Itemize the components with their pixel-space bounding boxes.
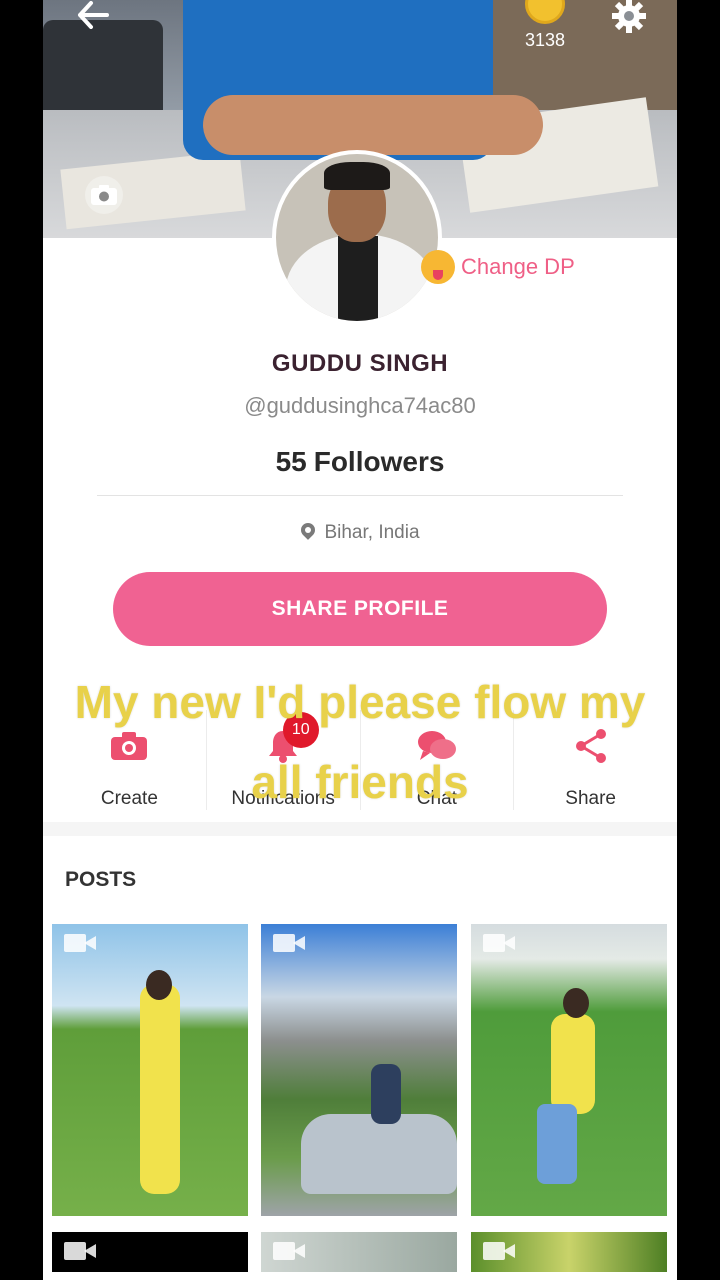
- section-divider: [43, 822, 677, 836]
- location-pin-icon: [300, 523, 316, 543]
- profile-screen: 3138 Change DP GUDDU SINGH @guddusinghca…: [43, 0, 677, 1280]
- post-thumbnail[interactable]: [471, 1232, 667, 1272]
- post-thumbnail[interactable]: [52, 1232, 248, 1272]
- divider: [97, 495, 623, 496]
- posts-title: POSTS: [65, 868, 137, 891]
- followers-number: 55: [275, 446, 307, 477]
- share-icon: [574, 718, 608, 774]
- profile-name: GUDDU SINGH: [271, 350, 449, 377]
- profile-actions: Create 10 Notifications Chat Share: [53, 710, 667, 810]
- profile-avatar[interactable]: [272, 150, 442, 325]
- change-dp-button[interactable]: Change DP: [421, 250, 575, 284]
- share-label: Share: [565, 788, 616, 809]
- create-action[interactable]: Create: [53, 710, 207, 810]
- camera-icon: [110, 718, 148, 774]
- post-thumbnail[interactable]: [261, 924, 457, 1216]
- post-thumbnail[interactable]: [471, 924, 667, 1216]
- notifications-label: Notifications: [231, 788, 335, 809]
- back-arrow-icon[interactable]: [71, 0, 115, 30]
- coin-count[interactable]: 3138: [515, 30, 575, 51]
- chat-action[interactable]: Chat: [361, 710, 515, 810]
- create-label: Create: [100, 788, 158, 809]
- notifications-action[interactable]: 10 Notifications: [207, 710, 361, 810]
- video-icon: [273, 934, 305, 952]
- location: Bihar, India: [43, 522, 677, 544]
- chat-bubbles-icon: [417, 718, 457, 774]
- notification-badge: 10: [282, 712, 319, 748]
- share-action[interactable]: Share: [514, 710, 667, 810]
- video-icon: [483, 934, 515, 952]
- location-text: Bihar, India: [324, 522, 420, 543]
- video-icon: [64, 1242, 96, 1260]
- gear-icon[interactable]: [609, 0, 649, 34]
- followers-count[interactable]: 55 Followers: [43, 446, 677, 478]
- chat-label: Chat: [416, 788, 457, 809]
- post-thumbnail[interactable]: [52, 924, 248, 1216]
- video-icon: [483, 1242, 515, 1260]
- profile-handle: @guddusinghca74ac80: [244, 393, 476, 418]
- tongue-emoji-icon: [421, 250, 455, 284]
- followers-label: Followers: [313, 446, 445, 477]
- share-profile-button[interactable]: SHARE PROFILE: [113, 572, 607, 646]
- video-icon: [64, 934, 96, 952]
- post-thumbnail[interactable]: [261, 1232, 457, 1272]
- cover-camera-icon[interactable]: [85, 176, 123, 214]
- video-icon: [273, 1242, 305, 1260]
- change-dp-label: Change DP: [461, 254, 575, 279]
